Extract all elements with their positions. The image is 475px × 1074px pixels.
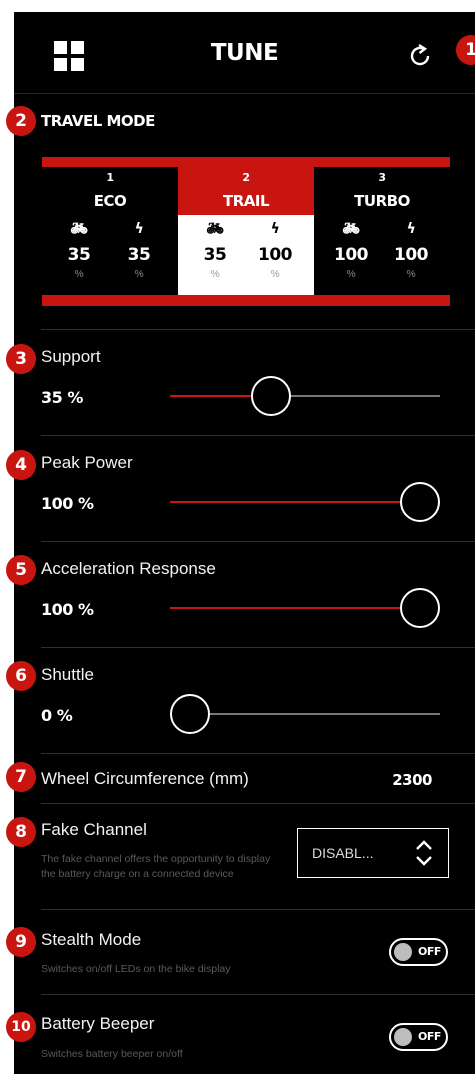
mode-peak-value: 100 — [258, 245, 293, 265]
mode-number: 2 — [242, 171, 250, 184]
callout-badge-5: 5 — [6, 555, 36, 585]
tune-screen: TUNE TRAVEL MODE 1 ECO 🚲︎ 35 % ϟ 35 % 2 … — [14, 12, 475, 1074]
chevron-updown-icon — [416, 840, 432, 866]
bike-icon: 🚲︎ — [342, 221, 360, 237]
shuttle-slider[interactable] — [170, 694, 440, 734]
mode-name: TRAIL — [222, 192, 270, 210]
wheel-label: Wheel Circumference (mm) — [41, 769, 249, 788]
mode-support-value: 35 — [203, 245, 227, 265]
mode-support-value: 100 — [334, 245, 369, 265]
support-slider[interactable] — [170, 376, 440, 416]
mode-peak-value: 100 — [394, 245, 429, 265]
slider-thumb[interactable] — [400, 588, 440, 628]
support-label: Support — [41, 347, 101, 366]
wheel-value[interactable]: 2300 — [392, 771, 432, 789]
mode-number: 3 — [378, 171, 386, 184]
divider — [41, 753, 475, 754]
unit-label: % — [406, 269, 416, 280]
callout-badge-6: 6 — [6, 661, 36, 691]
callout-badge-3: 3 — [6, 344, 36, 374]
callout-badge-10: 10 — [6, 1012, 36, 1042]
mode-trail[interactable]: 2 TRAIL 🚲︎ 35 % ϟ 100 % — [178, 167, 314, 295]
toggle-label: OFF — [418, 1030, 441, 1043]
stealth-mode-label: Stealth Mode — [41, 930, 142, 949]
mode-eco[interactable]: 1 ECO 🚲︎ 35 % ϟ 35 % — [42, 167, 178, 295]
toggle-knob — [394, 943, 412, 961]
bike-icon: 🚲︎ — [206, 221, 224, 237]
battery-beeper-description: Switches battery beeper on/off — [41, 1048, 183, 1060]
stealth-mode-toggle[interactable]: OFF — [389, 938, 448, 966]
lightning-icon: ϟ — [134, 221, 144, 237]
divider — [41, 909, 475, 910]
callout-badge-8: 8 — [6, 817, 36, 847]
unit-label: % — [210, 269, 220, 280]
fake-channel-select[interactable]: DISABL... — [297, 828, 449, 878]
mode-support-value: 35 — [67, 245, 91, 265]
unit-label: % — [346, 269, 356, 280]
divider — [41, 541, 475, 542]
fake-channel-description: The fake channel offers the opportunity … — [41, 853, 271, 880]
mode-peak-value: 35 — [127, 245, 151, 265]
slider-thumb[interactable] — [250, 376, 291, 416]
callout-badge-7: 7 — [6, 762, 36, 792]
peak-power-slider[interactable] — [170, 482, 440, 522]
unit-label: % — [270, 269, 280, 280]
lightning-icon: ϟ — [406, 221, 416, 237]
toggle-label: OFF — [418, 945, 441, 958]
unit-label: % — [74, 269, 84, 280]
peak-power-label: Peak Power — [41, 453, 133, 472]
divider — [41, 329, 475, 330]
peak-power-value: 100 % — [41, 494, 94, 513]
refresh-icon[interactable] — [406, 42, 434, 70]
callout-badge-4: 4 — [6, 450, 36, 480]
divider — [41, 803, 475, 804]
support-value: 35 % — [41, 388, 83, 407]
mode-name: TURBO — [354, 192, 410, 210]
callout-badge-9: 9 — [6, 927, 36, 957]
shuttle-label: Shuttle — [41, 665, 94, 684]
unit-label: % — [134, 269, 144, 280]
bike-icon: 🚲︎ — [70, 221, 88, 237]
travel-mode-title: TRAVEL MODE — [41, 112, 155, 130]
mode-number: 1 — [106, 171, 114, 184]
slider-thumb[interactable] — [170, 694, 210, 734]
divider — [41, 647, 475, 648]
lightning-icon: ϟ — [270, 221, 280, 237]
header: TUNE — [14, 12, 475, 94]
acceleration-value: 100 % — [41, 600, 94, 619]
battery-beeper-label: Battery Beeper — [41, 1014, 155, 1033]
callout-badge-2: 2 — [6, 106, 36, 136]
divider — [41, 435, 475, 436]
stealth-mode-description: Switches on/off LEDs on the bike display — [41, 963, 231, 975]
divider — [41, 994, 475, 995]
select-value: DISABL... — [312, 845, 374, 861]
acceleration-label: Acceleration Response — [41, 559, 216, 578]
shuttle-value: 0 % — [41, 706, 73, 725]
acceleration-slider[interactable] — [170, 588, 440, 628]
mode-name: ECO — [93, 192, 127, 210]
travel-mode-selector: 1 ECO 🚲︎ 35 % ϟ 35 % 2 TRAIL 🚲︎ 35 % ϟ 1… — [42, 157, 450, 306]
fake-channel-label: Fake Channel — [41, 820, 147, 839]
toggle-knob — [394, 1028, 412, 1046]
slider-thumb[interactable] — [400, 482, 440, 522]
mode-turbo[interactable]: 3 TURBO 🚲︎ 100 % ϟ 100 % — [314, 167, 450, 295]
battery-beeper-toggle[interactable]: OFF — [389, 1023, 448, 1051]
